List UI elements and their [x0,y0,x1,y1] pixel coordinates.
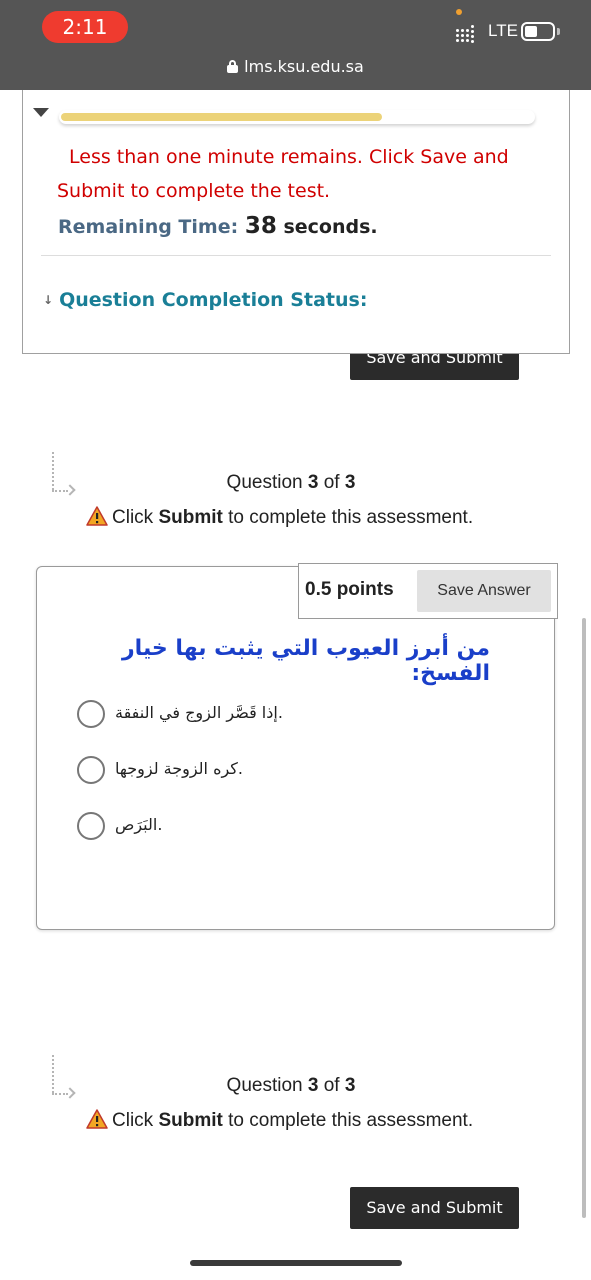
battery-nub [557,28,560,35]
url-text: lms.ksu.edu.sa [244,57,364,76]
network-type: LTE [488,21,518,40]
page-scrollbar[interactable] [582,618,586,1218]
save-and-submit-button-bottom[interactable]: Save and Submit [350,1187,519,1229]
status-time: 2:11 [42,11,128,43]
question-of: of [318,472,345,493]
home-indicator[interactable] [190,1260,402,1266]
double-chevron-down-icon: ↓ [43,293,54,307]
signal-icon [454,23,482,43]
lock-icon [227,60,239,73]
question-completion-status-toggle[interactable]: ↓ Question Completion Status: [43,289,367,311]
collapse-triangle-icon[interactable] [33,108,49,117]
question-prefix: Question [226,472,308,493]
answer-option-label: .كره الزوجة لزوجها [115,759,243,778]
question-total: 3 [344,1075,356,1096]
question-current: 3 [307,1075,319,1096]
save-answer-button[interactable]: Save Answer [417,570,551,612]
warning-icon [86,506,108,526]
question-number: Question 3 of 3 [0,1075,582,1097]
instruction-bold: Submit [158,1110,223,1131]
instruction-pre: Click [112,507,159,528]
question-number: Question 3 of 3 [0,472,582,494]
question-points: 0.5 points [305,579,394,600]
test-timer-panel: Less than one minute remains. Click Save… [22,90,570,354]
question-of: of [318,1075,345,1096]
points-box: 0.5 points Save Answer [298,563,558,619]
mic-indicator-dot [456,9,462,15]
question-current: 3 [307,472,319,493]
question-total: 3 [344,472,356,493]
warning-icon [86,1109,108,1129]
time-warning-text: Less than one minute remains. Click Save… [57,146,509,202]
remaining-time: Remaining Time: 38 seconds. [58,213,378,239]
instruction-pre: Click [112,1110,159,1131]
question-prefix: Question [226,1075,308,1096]
radio-button[interactable] [77,812,105,840]
time-progress-bar [59,110,535,124]
question-completion-status-label: Question Completion Status: [59,289,368,311]
radio-button[interactable] [77,700,105,728]
remaining-time-label: Remaining Time: [58,216,239,238]
remaining-time-value: 38 [244,213,277,239]
address-bar[interactable]: lms.ksu.edu.sa [0,57,591,76]
instruction-bold: Submit [158,507,223,528]
instruction-post: to complete this assessment. [222,1110,474,1131]
answer-option-label: .إذا قَصَّر الزوج في النفقة [115,703,283,722]
instruction-post: to complete this assessment. [222,507,474,528]
question-card [36,566,555,930]
remaining-time-unit: seconds. [283,216,378,238]
radio-button[interactable] [77,756,105,784]
submit-instruction: Click Submit to complete this assessment… [86,1109,473,1132]
submit-instruction: Click Submit to complete this assessment… [86,506,473,529]
battery-icon [521,22,555,41]
browser-status-bar: 2:11 LTE lms.ksu.edu.sa [0,0,591,90]
question-text: من أبرز العيوب التي يثبت بها خيار الفسخ: [122,636,490,686]
time-progress-fill [61,113,382,121]
panel-divider [41,255,551,256]
answer-option-label: .البَرَص [115,815,163,834]
